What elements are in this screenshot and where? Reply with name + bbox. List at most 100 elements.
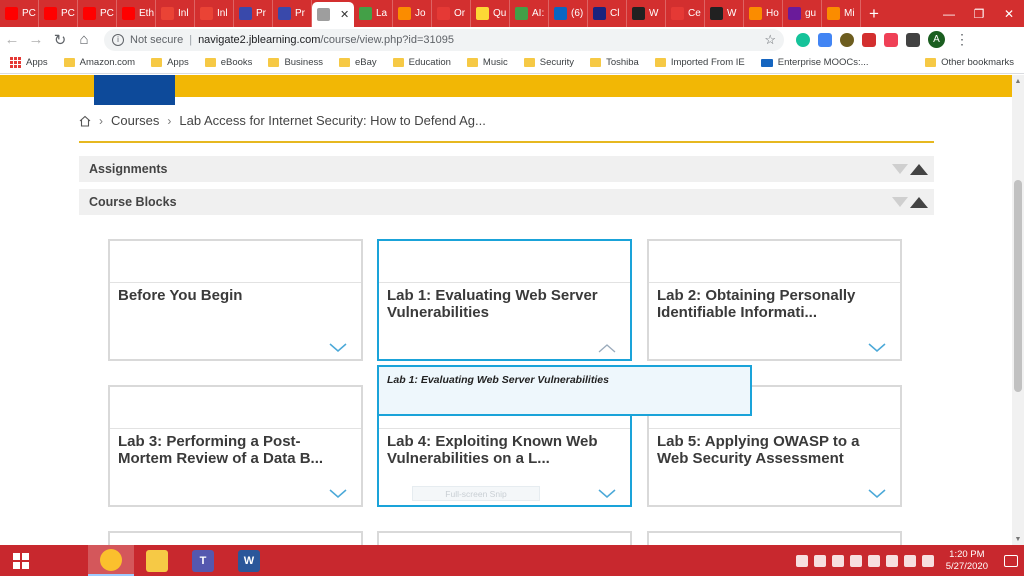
browser-tab[interactable]: Ho: [744, 0, 783, 27]
browser-tab[interactable]: Qu: [471, 0, 510, 27]
address-bar[interactable]: i Not secure | navigate2.jblearning.com /…: [104, 28, 784, 51]
chevron-down-icon[interactable]: [868, 489, 886, 499]
bookmark-star-icon[interactable]: ☆: [764, 32, 776, 48]
browser-tab[interactable]: Mi: [822, 0, 861, 27]
info-icon[interactable]: i: [112, 33, 124, 46]
tray-app-icon[interactable]: [831, 554, 844, 567]
browser-tab[interactable]: gu: [783, 0, 822, 27]
browser-tab[interactable]: PC: [39, 0, 78, 27]
browser-tab[interactable]: Pr: [273, 0, 312, 27]
grammarly-extension-icon[interactable]: [796, 32, 810, 47]
browser-tab[interactable]: AI:: [510, 0, 549, 27]
browser-tab[interactable]: Ce: [666, 0, 705, 27]
pocket-extension-icon[interactable]: [884, 32, 898, 47]
browser-tab[interactable]: Eth: [117, 0, 156, 27]
tray-app-icon[interactable]: [795, 554, 808, 567]
tab-close-icon[interactable]: ✕: [340, 8, 349, 21]
home-icon[interactable]: [79, 115, 91, 127]
bookmark-item[interactable]: eBay: [339, 57, 377, 68]
bookmark-item[interactable]: Music: [466, 57, 508, 68]
bookmark-item[interactable]: Business: [268, 57, 323, 68]
browser-menu-icon[interactable]: ⋮: [955, 31, 969, 48]
forward-icon[interactable]: →: [24, 31, 48, 48]
page-scrollbar[interactable]: ▲ ▼: [1012, 75, 1024, 545]
browser-tab[interactable]: Inl: [195, 0, 234, 27]
taskbar-app-snipping-tool[interactable]: [42, 545, 88, 576]
other-bookmarks[interactable]: Other bookmarks: [925, 57, 1014, 68]
adblock-extension-icon[interactable]: [862, 32, 876, 47]
browser-tab[interactable]: Pr: [234, 0, 273, 27]
bookmark-item[interactable]: Amazon.com: [63, 57, 135, 68]
scroll-down-arrow-icon[interactable]: ▼: [1012, 533, 1024, 545]
course-block-card[interactable]: Lab 2: Obtaining Personally Identifiable…: [647, 239, 902, 361]
start-button[interactable]: [0, 552, 42, 569]
browser-tab[interactable]: W: [705, 0, 744, 27]
browser-tab[interactable]: Cl: [588, 0, 627, 27]
breadcrumb-courses[interactable]: Courses: [111, 113, 159, 128]
bookmark-item[interactable]: Toshiba: [590, 57, 639, 68]
browser-tab[interactable]: Jo: [393, 0, 432, 27]
chevron-down-icon[interactable]: [329, 489, 347, 499]
course-block-card[interactable]: [108, 531, 363, 545]
bookmark-item[interactable]: eBooks: [204, 57, 252, 68]
bookmark-item[interactable]: Apps: [10, 57, 48, 68]
reload-icon[interactable]: ↻: [48, 31, 72, 49]
taskbar-app-teams[interactable]: T: [180, 545, 226, 576]
taskbar-clock[interactable]: 1:20 PM 5/27/2020: [946, 549, 988, 573]
section-course-blocks[interactable]: Course Blocks: [79, 189, 934, 215]
close-icon[interactable]: ✕: [994, 0, 1024, 27]
back-icon[interactable]: ←: [0, 31, 24, 48]
scroll-up-arrow-icon[interactable]: ▲: [1012, 75, 1024, 87]
tray-app-icon[interactable]: [849, 554, 862, 567]
taskbar-app-file-explorer[interactable]: [134, 545, 180, 576]
chevron-down-icon[interactable]: [329, 343, 347, 353]
bookmark-item[interactable]: Security: [523, 57, 574, 68]
expand-arrow-icon[interactable]: [910, 163, 928, 175]
course-block-card[interactable]: [377, 531, 632, 545]
home-button-icon[interactable]: ⌂: [72, 31, 96, 48]
section-assignments[interactable]: Assignments: [79, 156, 934, 182]
browser-tab[interactable]: Or: [432, 0, 471, 27]
volume-icon[interactable]: [921, 554, 934, 567]
minimize-icon[interactable]: —: [934, 0, 964, 27]
qr-extension-icon[interactable]: [906, 32, 920, 47]
profile-avatar[interactable]: A: [928, 31, 945, 48]
chevron-down-icon[interactable]: [868, 343, 886, 353]
browser-tab[interactable]: Inl: [156, 0, 195, 27]
browser-tab[interactable]: W: [627, 0, 666, 27]
browser-tab[interactable]: PC: [78, 0, 117, 27]
taskbar-app-chrome[interactable]: [88, 545, 134, 576]
course-block-card[interactable]: Lab 1: Evaluating Web Server Vulnerabili…: [377, 239, 632, 361]
bookmark-item[interactable]: Apps: [151, 57, 189, 68]
browser-tab[interactable]: ✕: [312, 2, 354, 27]
browser-tab[interactable]: La: [354, 0, 393, 27]
course-block-card[interactable]: Before You Begin: [108, 239, 363, 361]
breadcrumb-course-title[interactable]: Lab Access for Internet Security: How to…: [179, 113, 485, 128]
chevron-up-icon[interactable]: [598, 343, 616, 353]
site-logo-block[interactable]: [94, 75, 175, 105]
collapse-arrow-icon[interactable]: [892, 197, 908, 207]
course-block-card[interactable]: [647, 531, 902, 545]
bookmark-item[interactable]: Enterprise MOOCs:...: [760, 57, 869, 68]
browser-tab[interactable]: PC: [0, 0, 39, 27]
chevron-down-icon[interactable]: [598, 489, 616, 499]
notification-center-icon[interactable]: [1004, 554, 1018, 567]
bookmark-item[interactable]: Education: [392, 57, 451, 68]
translate-extension-icon[interactable]: [818, 32, 832, 47]
honey-extension-icon[interactable]: [840, 32, 854, 47]
new-tab-button[interactable]: +: [861, 0, 887, 27]
section-toggle[interactable]: [892, 163, 928, 175]
tray-app-icon[interactable]: [813, 554, 826, 567]
expand-arrow-icon[interactable]: [910, 196, 928, 208]
section-toggle[interactable]: [892, 196, 928, 208]
scroll-thumb[interactable]: [1014, 180, 1022, 392]
tray-app-icon[interactable]: [867, 554, 880, 567]
browser-tab[interactable]: (6): [549, 0, 588, 27]
course-block-card[interactable]: Lab 3: Performing a Post-Mortem Review o…: [108, 385, 363, 507]
restore-icon[interactable]: ❐: [964, 0, 994, 27]
tray-app-icon[interactable]: [885, 554, 898, 567]
network-icon[interactable]: [903, 554, 916, 567]
taskbar-app-word[interactable]: W: [226, 545, 272, 576]
collapse-arrow-icon[interactable]: [892, 164, 908, 174]
bookmark-item[interactable]: Imported From IE: [654, 57, 745, 68]
